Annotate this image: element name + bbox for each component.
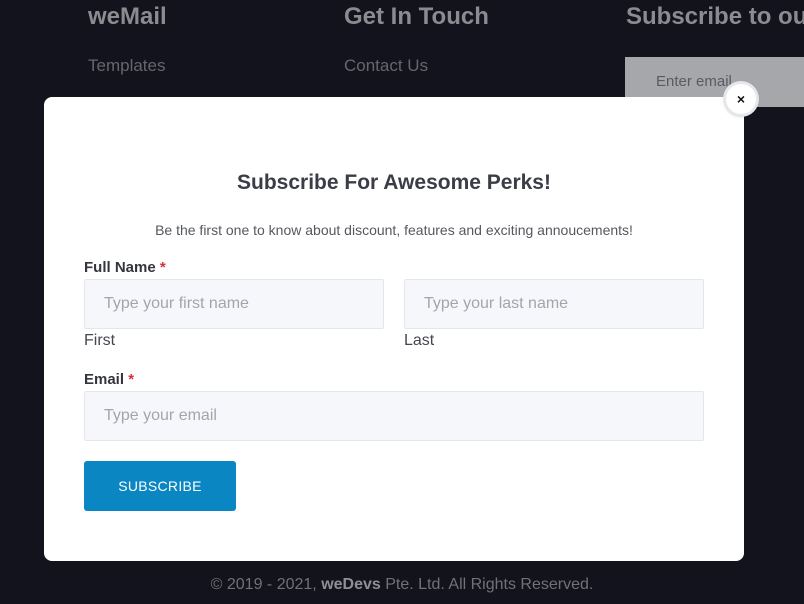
footer-heading-subscribe: Subscribe to ou <box>626 3 804 30</box>
subscribe-button[interactable]: SUBSCRIBE <box>84 461 236 511</box>
email-input[interactable] <box>84 391 704 441</box>
footer-column-get-in-touch: Get In Touch Contact Us <box>344 0 489 76</box>
copyright-text: © 2019 - 2021, weDevs Pte. Ltd. All Righ… <box>0 576 804 594</box>
modal-title: Subscribe For Awesome Perks! <box>237 171 551 194</box>
first-name-input[interactable] <box>84 279 384 329</box>
modal-subtitle: Be the first one to know about discount,… <box>155 222 633 238</box>
footer-column-wemail: weMail Templates <box>88 0 167 76</box>
footer-column-subscribe: Subscribe to ou <box>626 0 804 34</box>
footer-link-templates[interactable]: Templates <box>88 56 167 76</box>
copyright-prefix: © 2019 - 2021, <box>210 576 317 593</box>
copyright-brand: weDevs <box>321 576 381 593</box>
full-name-label-text: Full Name <box>84 259 156 276</box>
page: weMail Templates Get In Touch Contact Us… <box>0 0 804 604</box>
copyright-suffix: Pte. Ltd. All Rights Reserved. <box>385 576 594 593</box>
required-asterisk: * <box>128 371 135 388</box>
footer-heading-wemail: weMail <box>88 3 167 30</box>
first-sublabel: First <box>84 332 116 349</box>
last-name-input[interactable] <box>404 279 704 329</box>
close-icon: × <box>736 91 746 107</box>
required-asterisk: * <box>159 259 166 276</box>
last-sublabel: Last <box>404 332 435 349</box>
subscribe-modal: Subscribe For Awesome Perks! Be the firs… <box>44 97 744 561</box>
footer-link-contact-us[interactable]: Contact Us <box>344 56 489 76</box>
footer-heading-get-in-touch: Get In Touch <box>344 3 489 30</box>
close-button[interactable]: × <box>726 84 756 114</box>
full-name-label: Full Name * <box>84 259 166 276</box>
email-label: Email * <box>84 371 134 388</box>
email-label-text: Email <box>84 371 125 388</box>
